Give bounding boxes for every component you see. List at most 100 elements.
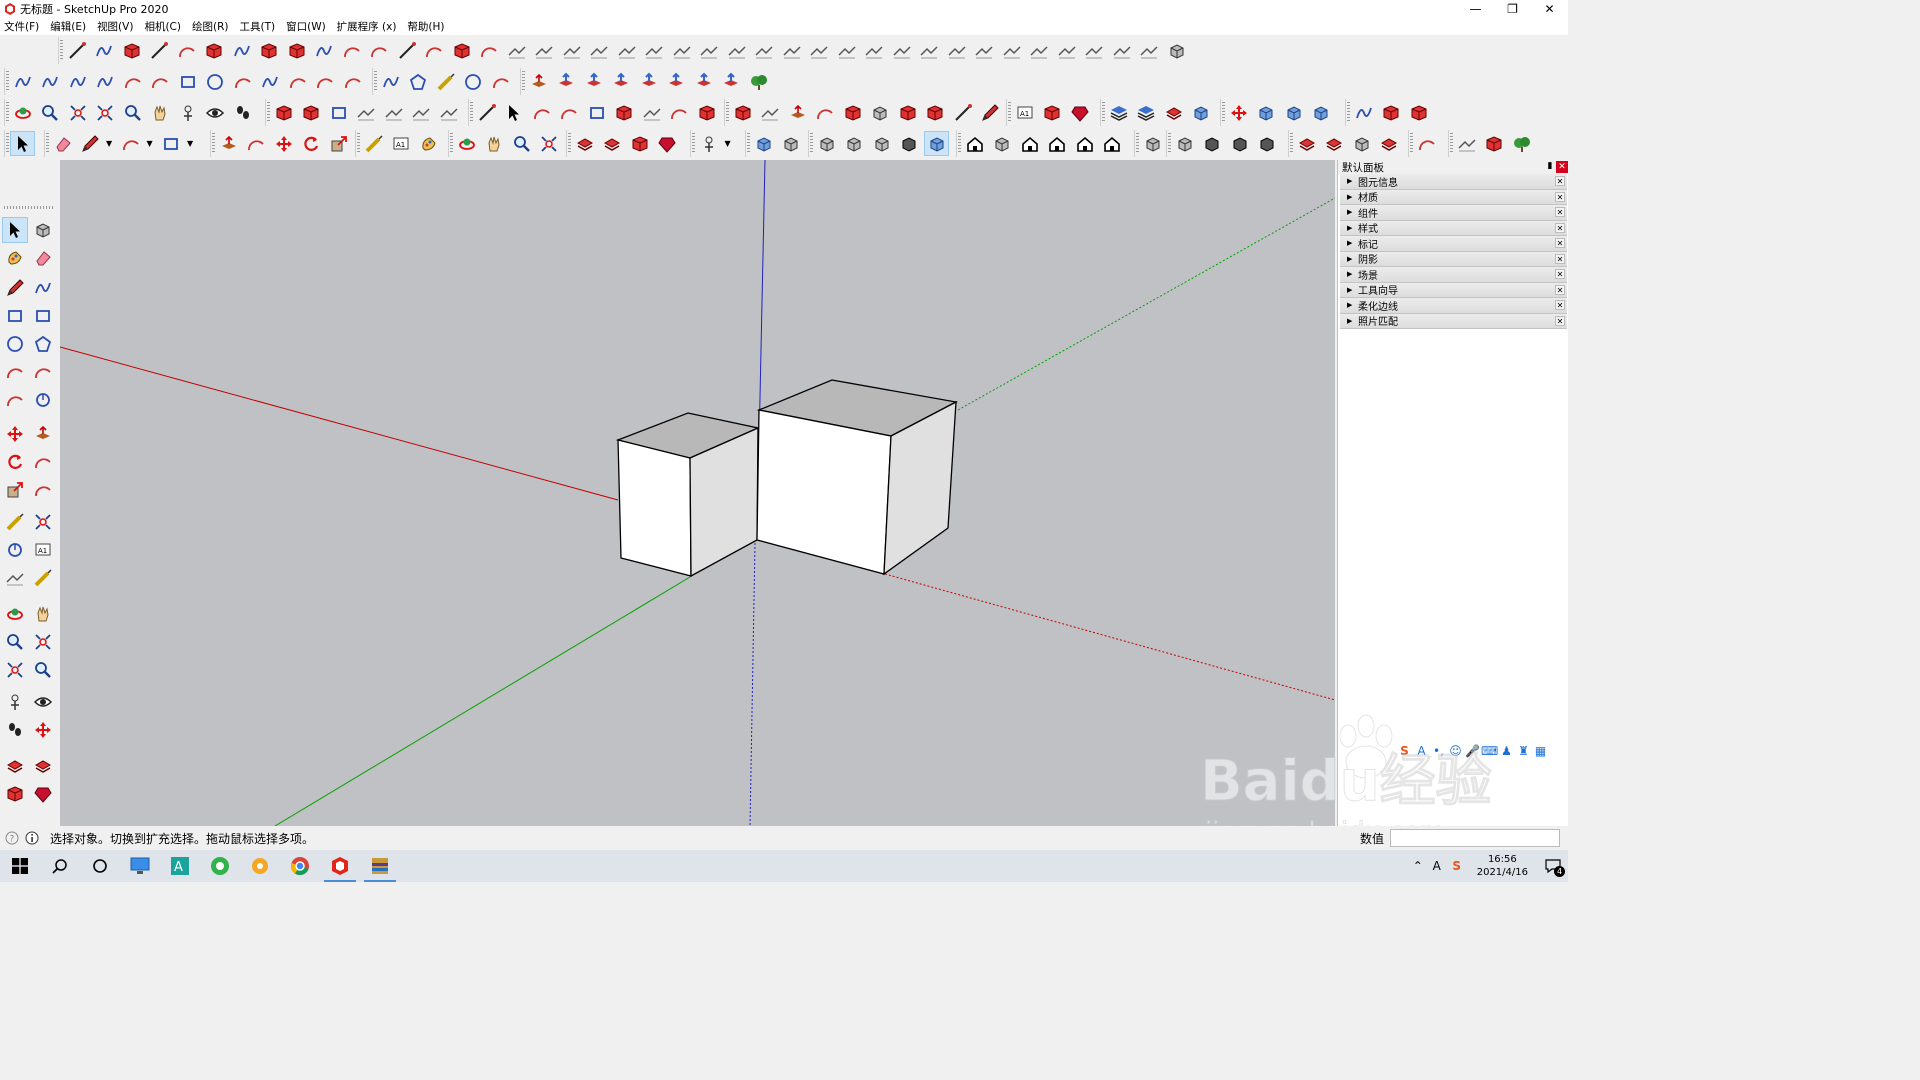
arrow-color-tool-button[interactable] [637, 70, 660, 93]
pie-tool-button[interactable] [3, 538, 27, 562]
sandbox-tool-button[interactable] [780, 39, 803, 62]
panel-close-button[interactable]: ✕ [1555, 269, 1565, 279]
paint-tool-button[interactable] [3, 246, 27, 270]
zoom-tool-button[interactable] [3, 630, 27, 654]
rect-tool-button[interactable] [176, 70, 199, 93]
sogou-logo-icon[interactable]: S [1396, 744, 1413, 758]
pan-tool-button[interactable] [31, 602, 55, 626]
arc-tool-button[interactable] [368, 39, 391, 62]
cube-dark-tool-button[interactable] [1228, 132, 1251, 155]
arc-tool-button[interactable] [31, 478, 55, 502]
grid-menu-icon[interactable]: ▦ [1532, 744, 1549, 758]
arc-tool-button[interactable] [423, 39, 446, 62]
arc-tool-button[interactable] [119, 132, 142, 155]
move-tool-button[interactable] [272, 132, 295, 155]
sandbox-tool-button[interactable] [643, 39, 666, 62]
tray-close-button[interactable]: ✕ [1556, 161, 1568, 173]
arrow-color-tool-button[interactable] [665, 70, 688, 93]
menu-camera[interactable]: 相机(C) [144, 19, 181, 34]
line-tool-button[interactable] [65, 39, 88, 62]
panel-components[interactable]: ▶ 组件 ✕ [1340, 205, 1567, 221]
eye-tool-button[interactable] [31, 690, 55, 714]
cube-dark-tool-button[interactable] [1256, 132, 1279, 155]
menu-file[interactable]: 文件(F) [4, 19, 39, 34]
arc-tool-button[interactable] [814, 101, 837, 124]
arc-tool-button[interactable] [31, 450, 55, 474]
move-tool-button[interactable] [31, 718, 55, 742]
search-button[interactable] [40, 850, 80, 882]
cube-style-tool-button[interactable] [924, 131, 949, 156]
toolbar-grip[interactable] [470, 102, 473, 123]
curve-tool-button[interactable] [259, 70, 282, 93]
arc-tool-button[interactable] [3, 360, 27, 384]
rotate-tool-button[interactable] [300, 132, 323, 155]
toolbar-grip[interactable] [726, 102, 729, 123]
measurements-input[interactable] [1390, 829, 1561, 847]
panel-instructor[interactable]: ▶ 工具向导 ✕ [1340, 282, 1567, 298]
sandbox-tool-button[interactable] [437, 101, 460, 124]
taskbar-app-autocad[interactable]: A [160, 850, 200, 882]
line-tool-button[interactable] [951, 101, 974, 124]
sandbox-tool-button[interactable] [670, 39, 693, 62]
toolbar-grip[interactable] [450, 133, 453, 154]
sandbox-tool-button[interactable] [973, 39, 996, 62]
sandbox-tool-button[interactable] [615, 39, 638, 62]
eraser-tool-button[interactable] [51, 132, 74, 155]
rect-tool-button[interactable] [585, 101, 608, 124]
instructor-info-icon[interactable] [24, 830, 40, 846]
toolbar-grip[interactable] [267, 102, 270, 123]
toolbar-grip[interactable] [4, 206, 54, 209]
curve-tool-button[interactable] [93, 39, 116, 62]
panel-close-button[interactable]: ✕ [1555, 207, 1565, 217]
cube-gray-tool-button[interactable] [1350, 132, 1373, 155]
select-tool-button[interactable] [2, 217, 28, 243]
red-box-tool-button[interactable] [300, 101, 323, 124]
zoom-tool-button[interactable] [121, 101, 144, 124]
select-tool-button[interactable] [503, 101, 526, 124]
sandbox-tool-button[interactable] [410, 101, 433, 124]
orbit-tool-button[interactable] [11, 101, 34, 124]
microphone-icon[interactable]: 🎤 [1464, 744, 1481, 758]
small-box[interactable] [615, 412, 761, 578]
menu-window[interactable]: 窗口(W) [286, 19, 326, 34]
sandbox-tool-button[interactable] [1110, 39, 1133, 62]
curve-tool-button[interactable] [379, 70, 402, 93]
position-tool-button[interactable] [3, 690, 27, 714]
sandbox-tool-button[interactable] [1000, 39, 1023, 62]
arc-tool-button[interactable] [175, 39, 198, 62]
dropdown-arrow-icon[interactable]: ▼ [106, 139, 114, 148]
poly-tool-button[interactable] [407, 70, 430, 93]
red-box-tool-button[interactable] [285, 39, 308, 62]
zoom-tool-button[interactable] [31, 658, 55, 682]
arrow-color-tool-button[interactable] [692, 70, 715, 93]
arc-tool-button[interactable] [149, 70, 172, 93]
arc-tool-button[interactable] [3, 388, 27, 412]
sandbox-tool-button[interactable] [759, 101, 782, 124]
red-box-tool-button[interactable] [272, 101, 295, 124]
expand-arrow-icon[interactable]: ▶ [1347, 255, 1355, 263]
line-tool-button[interactable] [148, 39, 171, 62]
arc-tool-button[interactable] [286, 70, 309, 93]
circle-tool-button[interactable] [204, 70, 227, 93]
expand-arrow-icon[interactable]: ▶ [1347, 301, 1355, 309]
cube-gray-tool-button[interactable] [991, 132, 1014, 155]
arc-tool-button[interactable] [530, 101, 553, 124]
sandbox-tool-button[interactable] [560, 39, 583, 62]
house-tool-button[interactable] [1046, 132, 1069, 155]
panel-styles[interactable]: ▶ 样式 ✕ [1340, 220, 1567, 236]
cube-gray-tool-button[interactable] [869, 101, 892, 124]
arrow-color-tool-button[interactable] [555, 70, 578, 93]
red-stack-tool-button[interactable] [31, 754, 55, 778]
arrow-color-tool-button[interactable] [582, 70, 605, 93]
sandbox-tool-button[interactable] [533, 39, 556, 62]
ime-mode[interactable]: A [1413, 744, 1430, 758]
sandbox-tool-button[interactable] [1138, 39, 1161, 62]
toolbar-grip[interactable] [1168, 133, 1171, 154]
poly-tool-button[interactable] [31, 332, 55, 356]
menu-edit[interactable]: 编辑(E) [50, 19, 86, 34]
arc-tool-button[interactable] [121, 70, 144, 93]
zoomext-tool-button[interactable] [66, 101, 89, 124]
dropdown-arrow-icon[interactable]: ▼ [187, 139, 195, 148]
select-tool-button[interactable] [10, 131, 35, 156]
model-canvas[interactable] [60, 160, 1335, 826]
